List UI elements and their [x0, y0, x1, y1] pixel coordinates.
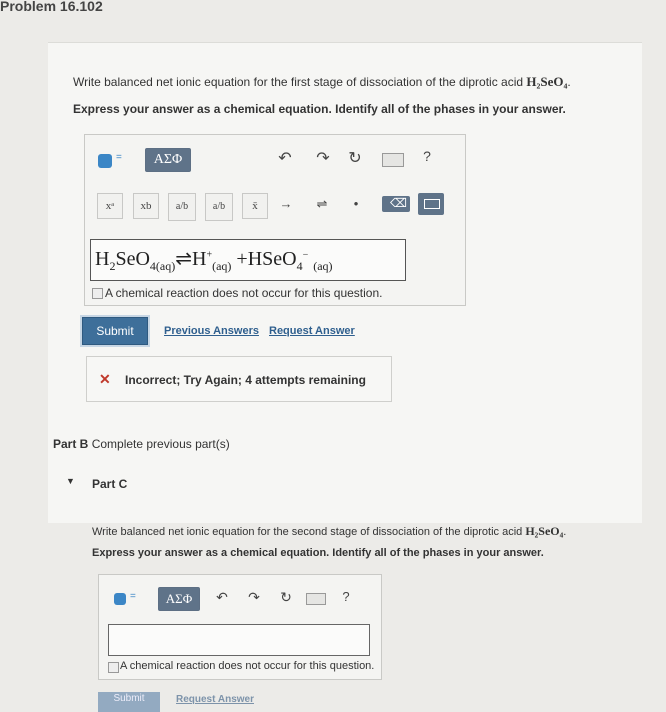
part-c-templates-button[interactable]: =: [112, 588, 154, 610]
no-reaction-label: A chemical reaction does not occur for t…: [105, 286, 383, 300]
part-a-submit-button[interactable]: Submit: [82, 317, 148, 345]
part-a-answer-input[interactable]: H2SeO4(aq)⇌H+(aq) +HSeO4− (aq): [90, 239, 406, 281]
part-b-label: Part B: [53, 437, 89, 451]
incorrect-icon: ✕: [99, 371, 111, 387]
eq-reactant-h: H: [95, 248, 110, 270]
part-c-question-suffix: .: [563, 526, 567, 538]
fraction-bar-button[interactable]: a/b: [205, 193, 233, 221]
equilibrium-arrow-button[interactable]: ⇌: [312, 196, 332, 212]
mean-button[interactable]: x̄: [242, 193, 268, 219]
subscript-button[interactable]: xb: [133, 193, 159, 219]
part-c-undo-icon[interactable]: ↶: [214, 589, 230, 606]
eq-product1: H: [192, 248, 207, 270]
eq-product2: HSeO: [247, 248, 297, 270]
feedback-box: ✕ Incorrect; Try Again; 4 attempts remai…: [86, 356, 392, 402]
part-c-question-text: Write balanced net ionic equation for th…: [92, 526, 526, 538]
feedback-text: Incorrect; Try Again; 4 attempts remaini…: [125, 373, 366, 387]
part-c-help-button[interactable]: ?: [340, 589, 352, 604]
part-b-status: Complete previous part(s): [91, 437, 230, 451]
eq-plus: +: [236, 248, 248, 270]
eq-reactant-seo: SeO: [115, 248, 150, 270]
reset-icon[interactable]: ↻: [346, 148, 364, 168]
part-c-no-reaction-checkbox[interactable]: [108, 662, 119, 673]
part-c-answer-input[interactable]: [108, 624, 370, 656]
request-answer-link[interactable]: Request Answer: [269, 325, 355, 337]
part-c-reset-icon[interactable]: ↻: [278, 589, 294, 606]
eq-arrow: ⇌: [175, 248, 192, 270]
dot-button[interactable]: •: [346, 196, 366, 211]
undo-icon[interactable]: ↶: [276, 148, 294, 168]
part-c-no-reaction-label: A chemical reaction does not occur for t…: [120, 660, 375, 672]
keyboard-icon[interactable]: [382, 153, 404, 167]
template-icon: [98, 154, 112, 168]
part-c-greek-button[interactable]: ΑΣΦ: [158, 587, 200, 611]
eq-product2-sub: 4: [296, 259, 303, 273]
greek-symbols-button[interactable]: ΑΣΦ: [145, 148, 191, 172]
superscript-button[interactable]: xᵃ: [97, 193, 123, 219]
part-a-question-text: Write balanced net ionic equation for th…: [73, 75, 527, 89]
help-button[interactable]: ?: [420, 148, 434, 164]
part-c-keyboard-icon[interactable]: [306, 593, 326, 605]
part-a-question: Write balanced net ionic equation for th…: [73, 74, 571, 90]
part-c-question: Write balanced net ionic equation for th…: [92, 524, 566, 539]
part-c-collapse-icon[interactable]: ▼: [66, 476, 75, 486]
template-equals-icon: =: [116, 152, 122, 163]
part-a-acid-formula: H₂SeO₄: [526, 74, 568, 89]
part-c-label[interactable]: Part C: [92, 477, 127, 491]
part-c-instruction: Express your answer as a chemical equati…: [92, 547, 544, 559]
eq-product2-charge: −: [302, 249, 309, 261]
previous-answers-link[interactable]: Previous Answers: [164, 325, 259, 337]
part-c-template-equals-icon: =: [130, 591, 136, 602]
part-c-submit-button[interactable]: Submit: [98, 692, 160, 712]
templates-button[interactable]: =: [96, 148, 142, 172]
part-c-redo-icon[interactable]: ↷: [246, 589, 262, 606]
part-a-question-suffix: .: [567, 75, 571, 89]
answer-equation: H2SeO4(aq)⇌H+(aq) +HSeO4− (aq): [95, 246, 333, 274]
problem-title: Problem 16.102: [0, 0, 103, 14]
keyboard-toggle-button[interactable]: [418, 193, 444, 215]
eq-reactant-phase: 4(aq): [149, 259, 176, 273]
backspace-icon: ⌫: [390, 196, 407, 210]
redo-icon[interactable]: ↷: [314, 148, 332, 168]
part-a-instruction: Express your answer as a chemical equati…: [73, 102, 566, 116]
part-c-acid-formula: H₂SeO₄: [525, 524, 564, 538]
part-b-header: Part B Complete previous part(s): [53, 437, 230, 451]
reaction-arrow-button[interactable]: →: [276, 196, 296, 211]
eq-product2-phase: (aq): [313, 259, 333, 273]
part-c-template-icon: [114, 593, 126, 605]
fraction-button[interactable]: a/b: [168, 193, 196, 221]
eq-product1-phase: (aq): [212, 259, 232, 273]
backspace-button[interactable]: ⌫: [382, 196, 410, 212]
no-reaction-checkbox[interactable]: [92, 288, 103, 299]
keyboard-toggle-icon: [424, 199, 440, 209]
